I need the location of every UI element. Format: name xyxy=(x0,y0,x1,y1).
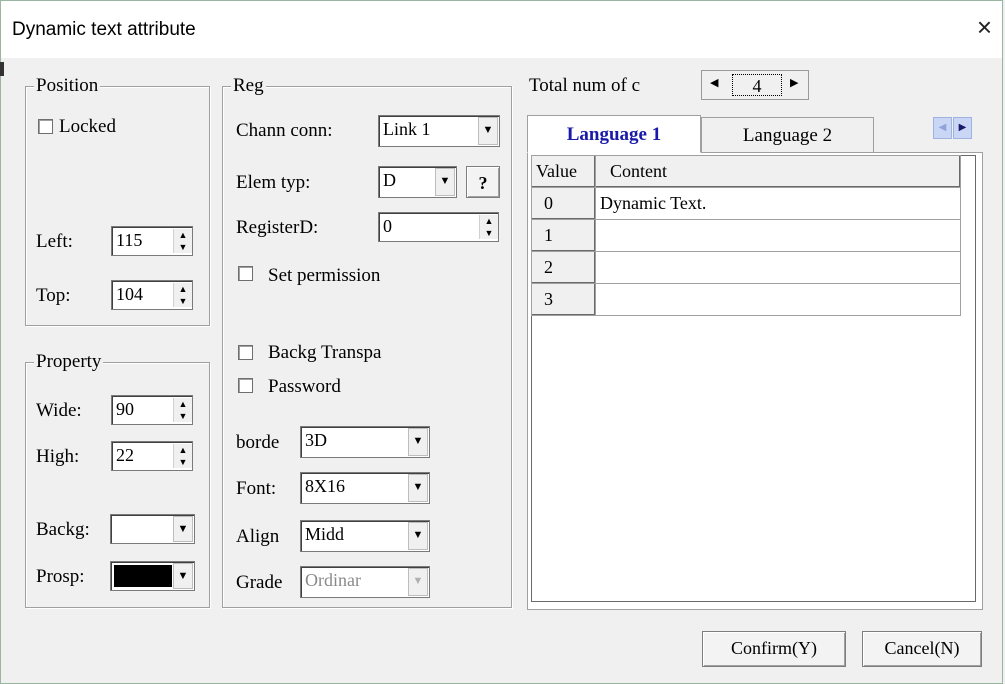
spin-down-icon[interactable]: ▼ xyxy=(174,410,192,422)
arrow-left-icon[interactable]: ◀ xyxy=(710,76,718,89)
tab-scroll-left-icon[interactable]: ◀ xyxy=(933,117,952,139)
chevron-down-icon[interactable]: ▼ xyxy=(408,474,428,502)
set-permission-checkbox[interactable] xyxy=(238,266,253,281)
total-num-value[interactable]: 4 xyxy=(732,74,782,96)
align-select[interactable]: Midd ▼ xyxy=(300,520,430,552)
cancel-button[interactable]: Cancel(N) xyxy=(862,631,982,667)
left-label: Left: xyxy=(36,231,73,252)
grade-value: Ordinar xyxy=(305,570,361,590)
prosp-label: Prosp: xyxy=(36,566,85,587)
left-spinner[interactable]: ▲ ▼ xyxy=(173,229,192,253)
align-value: Midd xyxy=(305,524,345,544)
prosp-color-swatch xyxy=(114,565,172,587)
register-spinner[interactable]: ▲ ▼ xyxy=(479,215,498,239)
spin-down-icon[interactable]: ▼ xyxy=(480,227,498,239)
elem-typ-value: D xyxy=(383,170,396,190)
font-select[interactable]: 8X16 ▼ xyxy=(300,472,430,504)
borde-value: 3D xyxy=(305,430,327,450)
tab-language-1[interactable]: Language 1 xyxy=(527,115,701,153)
backg-transpa-label: Backg Transpa xyxy=(268,342,382,363)
top-label: Top: xyxy=(36,285,71,306)
locked-label: Locked xyxy=(59,116,116,137)
total-num-spinner[interactable]: ◀ 4 ▶ xyxy=(701,70,809,100)
backg-color-select[interactable]: ▼ xyxy=(110,514,195,544)
chann-conn-value: Link 1 xyxy=(383,119,431,139)
align-label: Align xyxy=(236,526,280,547)
borde-select[interactable]: 3D ▼ xyxy=(300,426,430,458)
row-content-cell[interactable] xyxy=(595,283,961,316)
backg-color-swatch xyxy=(114,518,172,540)
row-value-cell: 2 xyxy=(531,251,596,284)
spin-down-icon[interactable]: ▼ xyxy=(174,295,192,307)
chevron-down-icon[interactable]: ▼ xyxy=(173,563,193,589)
backg-transpa-checkbox[interactable] xyxy=(238,345,253,360)
high-label: High: xyxy=(36,446,80,467)
spin-up-icon[interactable]: ▲ xyxy=(174,283,192,295)
font-value: 8X16 xyxy=(305,476,345,496)
spin-up-icon[interactable]: ▲ xyxy=(174,444,192,456)
column-header-value[interactable]: Value xyxy=(531,155,596,188)
table-header-row: Value Content xyxy=(531,155,961,188)
chann-conn-label: Chann conn: xyxy=(236,120,333,141)
confirm-button[interactable]: Confirm(Y) xyxy=(702,631,846,667)
font-label: Font: xyxy=(236,478,277,499)
column-header-content[interactable]: Content xyxy=(595,155,961,188)
chevron-down-icon[interactable]: ▼ xyxy=(478,117,498,145)
title-bar: Dynamic text attribute × xyxy=(0,0,1003,58)
window-edge-marker xyxy=(0,62,4,76)
spin-down-icon[interactable]: ▼ xyxy=(174,241,192,253)
row-value-cell: 0 xyxy=(531,187,596,220)
grade-select[interactable]: Ordinar ▼ xyxy=(300,566,430,598)
high-spinner[interactable]: ▲ ▼ xyxy=(173,444,192,468)
password-label: Password xyxy=(268,376,341,397)
chevron-down-icon[interactable]: ▼ xyxy=(435,168,455,196)
row-content-cell[interactable] xyxy=(595,219,961,252)
elem-typ-label: Elem typ: xyxy=(236,172,311,193)
row-content-cell[interactable]: Dynamic Text. xyxy=(595,187,961,220)
chann-conn-select[interactable]: Link 1 ▼ xyxy=(378,115,500,147)
tab-language-2-label: Language 2 xyxy=(742,125,833,146)
elem-typ-select[interactable]: D ▼ xyxy=(378,166,457,198)
reg-group-title: Reg xyxy=(231,75,266,96)
close-icon[interactable]: × xyxy=(977,14,992,40)
tab-scroll-right-icon[interactable]: ▶ xyxy=(953,117,972,139)
locked-checkbox[interactable] xyxy=(38,119,53,134)
wide-spinner[interactable]: ▲ ▼ xyxy=(173,398,192,422)
spin-down-icon[interactable]: ▼ xyxy=(174,456,192,468)
top-spinner[interactable]: ▲ ▼ xyxy=(173,283,192,307)
language-table: Value Content 0 Dynamic Text. 1 2 3 xyxy=(531,155,961,316)
password-checkbox[interactable] xyxy=(238,378,253,393)
chevron-down-icon[interactable]: ▼ xyxy=(408,522,428,550)
spin-up-icon[interactable]: ▲ xyxy=(174,398,192,410)
tab-language-2[interactable]: Language 2 xyxy=(701,117,874,153)
register-label: RegisterD: xyxy=(236,217,319,238)
table-row[interactable]: 2 xyxy=(531,251,961,284)
borde-label: borde xyxy=(236,432,280,453)
backg-label: Backg: xyxy=(36,519,90,540)
table-row[interactable]: 0 Dynamic Text. xyxy=(531,187,961,220)
arrow-right-icon[interactable]: ▶ xyxy=(790,76,798,89)
tab-language-1-label: Language 1 xyxy=(566,124,662,145)
help-button[interactable]: ? xyxy=(466,166,500,198)
spin-up-icon[interactable]: ▲ xyxy=(480,215,498,227)
window-title: Dynamic text attribute xyxy=(12,19,196,40)
row-value-cell: 3 xyxy=(531,283,596,316)
chevron-down-icon[interactable]: ▼ xyxy=(173,516,193,542)
prosp-color-select[interactable]: ▼ xyxy=(110,561,195,591)
table-row[interactable]: 3 xyxy=(531,283,961,316)
wide-label: Wide: xyxy=(36,400,82,421)
row-value-cell: 1 xyxy=(531,219,596,252)
spin-up-icon[interactable]: ▲ xyxy=(174,229,192,241)
set-permission-label: Set permission xyxy=(268,265,381,286)
property-group-title: Property xyxy=(34,351,104,372)
chevron-down-icon[interactable]: ▼ xyxy=(408,428,428,456)
grade-label: Grade xyxy=(236,572,283,593)
chevron-down-icon[interactable]: ▼ xyxy=(408,568,428,596)
position-group-title: Position xyxy=(34,75,101,96)
row-content-cell[interactable] xyxy=(595,251,961,284)
table-row[interactable]: 1 xyxy=(531,219,961,252)
total-num-label: Total num of c xyxy=(529,75,641,96)
